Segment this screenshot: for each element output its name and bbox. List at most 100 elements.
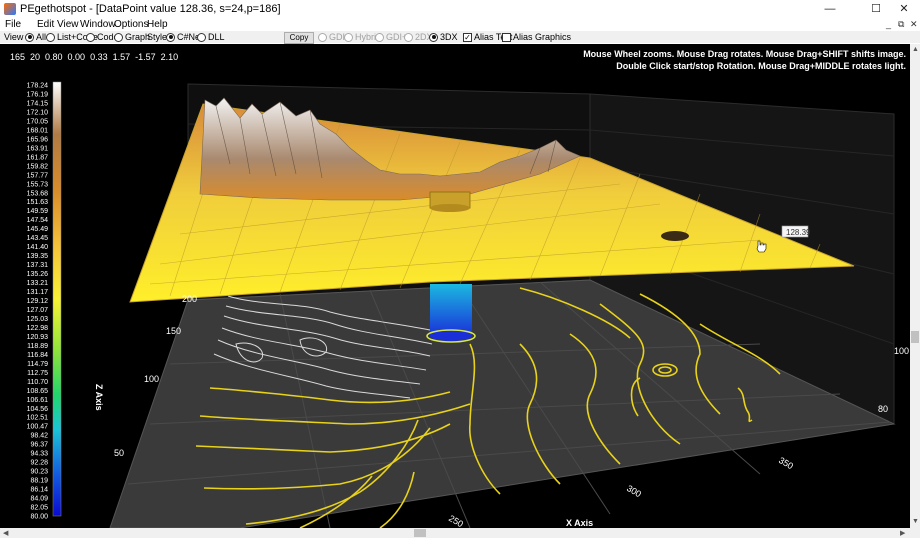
x-tick-250: 250	[447, 513, 465, 528]
scroll-up-icon[interactable]: ▲	[912, 46, 919, 53]
z-tick-200: 200	[182, 294, 197, 304]
legend-label: 155.73	[27, 181, 49, 188]
legend-label: 118.89	[27, 343, 48, 350]
legend-label: 112.75	[27, 370, 48, 377]
tooltip-value: 128.39	[786, 228, 811, 237]
help-line-1: Mouse Wheel zooms. Mouse Drag rotates. M…	[583, 49, 906, 59]
z-axis-label: Z Axis	[94, 384, 104, 411]
status-readout: 165 20 0.80 0.00 0.33 1.57 -1.57 2.10	[10, 52, 179, 62]
help-line-2: Double Click start/stop Rotation. Mouse …	[616, 61, 906, 71]
z-tick-100: 100	[144, 374, 159, 384]
legend-label: 127.07	[27, 307, 49, 314]
legend-label: 90.23	[30, 469, 48, 476]
legend-label: 176.19	[27, 91, 49, 98]
menu-options[interactable]: Options	[114, 19, 148, 30]
radio-icon	[429, 32, 438, 42]
scroll-left-icon[interactable]: ◀	[3, 529, 8, 537]
render-option-gdi[interactable]: GDI	[318, 32, 345, 42]
checkmark-icon: ✓	[463, 32, 472, 42]
vertical-scrollbar[interactable]: ▲ ▼	[910, 44, 920, 528]
close-button[interactable]: ✕	[888, 0, 920, 18]
radio-icon	[86, 32, 95, 42]
radio-icon	[344, 32, 353, 42]
checkbox-icon	[502, 32, 511, 42]
legend-label: 114.79	[27, 361, 48, 368]
legend-label: 178.24	[27, 83, 49, 90]
legend-label: 168.01	[27, 127, 49, 134]
legend-color-bar	[52, 81, 62, 517]
radio-icon	[404, 32, 413, 42]
scroll-down-icon[interactable]: ▼	[912, 518, 919, 525]
mdi-close-button[interactable]: ✕	[910, 19, 918, 30]
legend-label: 92.28	[30, 460, 48, 467]
view-option-graph[interactable]: Graph	[114, 32, 150, 42]
legend-label: 100.47	[27, 424, 49, 431]
horizontal-scroll-thumb[interactable]	[414, 529, 426, 537]
minimize-button[interactable]: —	[814, 0, 846, 18]
render-option-3dx[interactable]: 3DX	[429, 32, 458, 42]
legend-label: 159.82	[27, 163, 49, 170]
style-option-dll[interactable]: DLL	[197, 32, 225, 42]
legend-label: 157.77	[27, 172, 49, 179]
mdi-restore-button[interactable]: ⧉	[898, 19, 904, 30]
legend-label: 165.96	[27, 136, 49, 143]
surface-plot[interactable]: 200 150 100 50 Z Axis 350 300 250 X Axis…	[0, 44, 910, 528]
legend-label: 96.37	[30, 442, 48, 449]
legend-label: 98.42	[30, 433, 48, 440]
legend-label: 129.12	[27, 298, 49, 305]
legend-label: 174.15	[27, 100, 49, 107]
legend-label: 94.33	[30, 451, 48, 458]
legend-label: 135.26	[27, 271, 49, 278]
window-title: PEgethotspot - [DataPoint value 128.36, …	[20, 3, 281, 15]
vertical-scroll-thumb[interactable]	[911, 331, 919, 343]
app-icon	[4, 3, 16, 15]
value-tooltip: 128.39	[781, 225, 811, 238]
z-tick-150: 150	[166, 326, 181, 336]
legend-label: 131.17	[27, 289, 49, 296]
title-bar: PEgethotspot - [DataPoint value 128.36, …	[0, 0, 920, 19]
render-option-gdiplus[interactable]: GDI+	[375, 32, 407, 42]
legend-label: 151.63	[27, 199, 49, 206]
menu-file[interactable]: File	[5, 19, 21, 30]
legend-label: 88.19	[30, 478, 48, 485]
legend-label: 84.09	[30, 496, 48, 503]
surface-pit	[661, 231, 689, 241]
chart-canvas[interactable]: 200 150 100 50 Z Axis 350 300 250 X Axis…	[0, 44, 910, 528]
menu-bar: File Edit View Window Options Help _ ⧉ ✕	[0, 18, 920, 31]
legend-label: 163.91	[27, 145, 49, 152]
right-tick-100: 100	[894, 346, 909, 356]
cylinder-marker	[426, 284, 476, 343]
legend-label: 153.68	[27, 190, 49, 197]
scroll-right-icon[interactable]: ▶	[900, 529, 905, 537]
radio-icon	[197, 32, 206, 42]
legend-label: 116.84	[27, 352, 48, 359]
legend-label: 145.49	[27, 226, 49, 233]
legend-label: 108.65	[27, 388, 49, 395]
menu-window[interactable]: Window	[80, 19, 116, 30]
legend-label: 82.05	[30, 505, 48, 512]
legend-label: 147.54	[27, 217, 49, 224]
help-text: Mouse Wheel zooms. Mouse Drag rotates. M…	[583, 48, 906, 72]
legend-label: 102.51	[27, 415, 49, 422]
view-option-all[interactable]: All	[25, 32, 46, 42]
legend-label: 149.59	[27, 208, 49, 215]
mdi-minimize-button[interactable]: _	[886, 19, 891, 29]
legend-label: 133.21	[27, 280, 49, 287]
menu-help[interactable]: Help	[147, 19, 168, 30]
cylinder-top-rim	[430, 204, 470, 212]
z-tick-50: 50	[114, 448, 124, 458]
menu-edit[interactable]: Edit	[37, 19, 54, 30]
alias-graphics-checkbox[interactable]: Alias Graphics	[502, 32, 571, 42]
legend-label: 110.70	[27, 379, 48, 386]
legend-label: 143.45	[27, 235, 49, 242]
legend-label: 104.56	[27, 406, 49, 413]
radio-icon	[46, 32, 55, 42]
radio-icon	[166, 32, 175, 42]
menu-view[interactable]: View	[57, 19, 79, 30]
x-axis-label: X Axis	[566, 518, 593, 528]
legend-label: 122.98	[27, 325, 49, 332]
x-tick-300: 300	[625, 483, 643, 499]
horizontal-scrollbar[interactable]: ◀ ▶	[0, 528, 920, 538]
legend-labels: 178.24176.19 174.15 172.10 170.05 168.01 165.…	[27, 83, 49, 521]
copy-button[interactable]: Copy	[284, 32, 314, 44]
